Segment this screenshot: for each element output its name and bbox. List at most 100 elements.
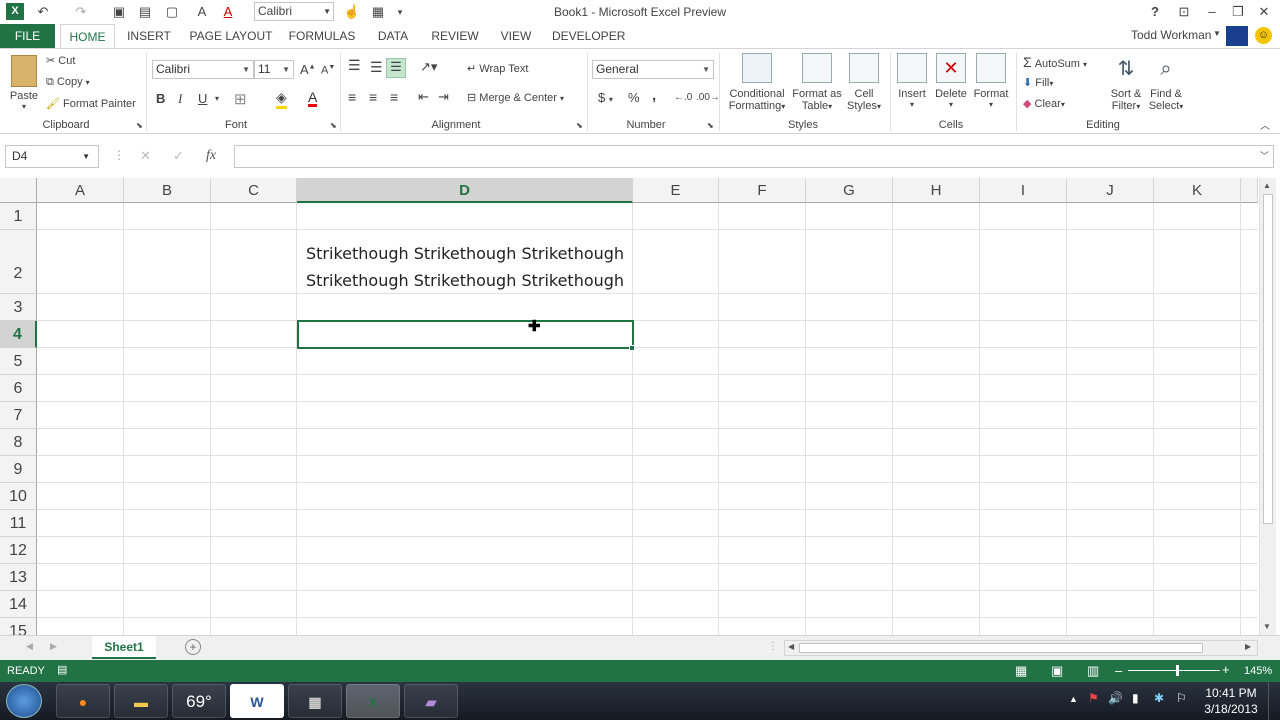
column-header-j[interactable]: J <box>1067 178 1154 203</box>
row-header-5[interactable]: 5 <box>0 348 37 375</box>
tab-split-handle[interactable]: ⋮ <box>768 641 778 652</box>
row-header-10[interactable]: 10 <box>0 483 37 510</box>
scroll-left-icon[interactable]: ◀ <box>788 642 794 651</box>
row-header-15[interactable]: 15 <box>0 618 37 635</box>
ribbon-display-icon[interactable]: ⊡ <box>1176 3 1192 21</box>
scroll-thumb[interactable] <box>1263 194 1273 524</box>
increase-indent-icon[interactable]: ⇥ <box>438 89 449 105</box>
bottom-align-icon[interactable]: ☰ <box>386 58 406 78</box>
column-header-k[interactable]: K <box>1154 178 1241 203</box>
dialog-launcher-icon[interactable]: ⬊ <box>707 121 714 130</box>
word-taskbar-icon[interactable]: W <box>230 684 284 718</box>
sheet-tab-sheet1[interactable]: Sheet1 <box>92 636 156 659</box>
tab-view[interactable]: VIEW <box>496 24 536 48</box>
font-size-select[interactable]: 11 ▼ <box>254 60 294 79</box>
start-button-icon[interactable] <box>6 684 42 718</box>
weather-taskbar-icon[interactable]: 69° <box>172 684 226 718</box>
column-header-i[interactable]: I <box>980 178 1067 203</box>
autosum-button[interactable]: Σ AutoSum ▾ <box>1023 54 1087 70</box>
normal-view-icon[interactable]: ▦ <box>1015 663 1027 679</box>
avatar[interactable] <box>1226 26 1248 46</box>
show-desktop-button[interactable] <box>1268 682 1280 720</box>
dialog-launcher-icon[interactable]: ⬊ <box>330 121 337 130</box>
row-header-3[interactable]: 3 <box>0 294 37 321</box>
cell-styles-button[interactable]: Cell Styles▾ <box>846 53 882 112</box>
help-icon[interactable]: ? <box>1148 3 1162 21</box>
calculator-taskbar-icon[interactable]: ▦ <box>288 684 342 718</box>
page-layout-view-icon[interactable]: ▣ <box>1051 663 1063 679</box>
clock-date[interactable]: 3/18/2013 <box>1200 702 1262 716</box>
align-left-icon[interactable]: ≡ <box>348 89 356 105</box>
underline-button[interactable]: U <box>198 91 207 106</box>
insert-cells-button[interactable]: Insert ▾ <box>895 53 929 109</box>
font-name-select[interactable]: Calibri ▼ <box>152 60 254 79</box>
scroll-right-icon[interactable]: ▶ <box>1245 642 1251 651</box>
increase-font-icon[interactable]: A▲ <box>300 62 316 77</box>
tab-insert[interactable]: INSERT <box>124 24 174 48</box>
tab-page-layout[interactable]: PAGE LAYOUT <box>188 24 274 48</box>
dialog-launcher-icon[interactable]: ⬊ <box>136 121 143 130</box>
page-break-view-icon[interactable]: ▥ <box>1087 663 1099 679</box>
middle-align-icon[interactable]: ☰ <box>370 59 383 76</box>
select-all-corner[interactable] <box>0 178 37 203</box>
top-align-icon[interactable]: ☰ <box>348 57 361 74</box>
zoom-level[interactable]: 145% <box>1244 665 1272 677</box>
format-cells-button[interactable]: Format ▾ <box>972 53 1010 109</box>
file-explorer-taskbar-icon[interactable]: ▬ <box>114 684 168 718</box>
fill-handle[interactable] <box>629 345 635 351</box>
worksheet-grid[interactable]: A B C D E F G H I J K 1 2 3 4 5 6 7 8 9 … <box>0 178 1258 635</box>
name-box[interactable]: D4 ▼ <box>5 145 99 168</box>
delete-cells-button[interactable]: ✕ Delete ▾ <box>934 53 968 109</box>
wrap-text-button[interactable]: ↵ Wrap Text <box>467 62 528 75</box>
insert-function-icon[interactable]: fx <box>206 148 216 164</box>
tab-formulas[interactable]: FORMULAS <box>288 24 356 48</box>
conditional-formatting-button[interactable]: Conditional Formatting▾ <box>724 53 790 112</box>
hscroll-thumb[interactable] <box>799 643 1203 653</box>
decrease-font-icon[interactable]: A▼ <box>321 64 335 77</box>
new-sheet-icon[interactable]: + <box>185 639 201 655</box>
fill-color-icon[interactable]: ◈ <box>276 89 287 109</box>
smiley-feedback-icon[interactable]: ☺ <box>1255 27 1272 44</box>
decrease-indent-icon[interactable]: ⇤ <box>418 89 429 105</box>
italic-button[interactable]: I <box>178 91 182 107</box>
user-name[interactable]: Todd Workman <box>1131 28 1211 42</box>
zoom-in-icon[interactable]: + <box>1222 662 1230 677</box>
battery-icon[interactable]: ▮ <box>1132 691 1139 705</box>
minimize-icon[interactable]: – <box>1204 3 1220 21</box>
column-header-h[interactable]: H <box>893 178 980 203</box>
cut-button[interactable]: ✂ Cut <box>46 54 75 67</box>
next-sheet-icon[interactable]: ▶ <box>50 641 57 652</box>
tab-data[interactable]: DATA <box>372 24 414 48</box>
underline-dropdown-icon[interactable]: ▾ <box>215 94 219 103</box>
find-select-button[interactable]: ⌕ Find & Select▾ <box>1146 55 1186 112</box>
cancel-icon[interactable]: ✕ <box>140 148 151 164</box>
bold-button[interactable]: B <box>156 91 165 106</box>
copy-button[interactable]: ⧉ Copy ▾ <box>46 76 90 89</box>
row-header-11[interactable]: 11 <box>0 510 37 537</box>
column-header-d[interactable]: D <box>297 178 633 203</box>
row-header-9[interactable]: 9 <box>0 456 37 483</box>
row-header-6[interactable]: 6 <box>0 375 37 402</box>
fill-button[interactable]: ⬇ Fill▾ <box>1023 76 1053 89</box>
restore-icon[interactable]: ❐ <box>1230 3 1246 21</box>
tab-file[interactable]: FILE <box>0 24 55 48</box>
vertical-scrollbar[interactable]: ▲ ▼ <box>1259 178 1276 635</box>
align-center-icon[interactable]: ≡ <box>369 89 377 105</box>
row-header-2[interactable]: 2 <box>0 230 37 294</box>
currency-button[interactable]: $ ▾ <box>598 90 613 105</box>
percent-button[interactable]: % <box>628 90 640 105</box>
row-header-12[interactable]: 12 <box>0 537 37 564</box>
clock-time[interactable]: 10:41 PM <box>1200 686 1262 700</box>
tab-developer[interactable]: DEVELOPER <box>552 24 625 48</box>
row-header-7[interactable]: 7 <box>0 402 37 429</box>
dialog-launcher-icon[interactable]: ⬊ <box>576 121 583 130</box>
row-header-14[interactable]: 14 <box>0 591 37 618</box>
enter-icon[interactable]: ✓ <box>173 148 184 164</box>
tab-home[interactable]: HOME <box>60 24 115 49</box>
column-header-g[interactable]: G <box>806 178 893 203</box>
selected-cell-d4[interactable] <box>297 320 634 349</box>
macro-record-icon[interactable]: ▤ <box>57 663 67 676</box>
scroll-down-icon[interactable]: ▼ <box>1263 622 1271 631</box>
excel-taskbar-icon[interactable]: X <box>346 684 400 718</box>
column-header-b[interactable]: B <box>124 178 211 203</box>
